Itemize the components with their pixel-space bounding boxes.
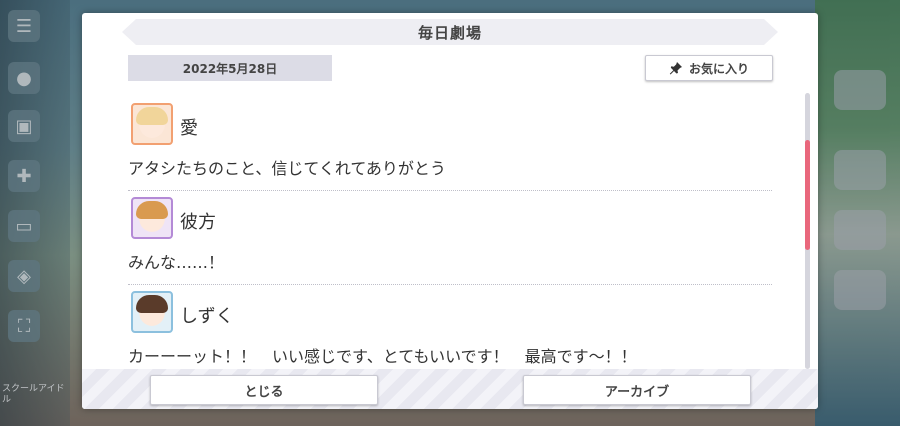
- archive-button[interactable]: アーカイブ: [523, 375, 751, 405]
- dialogue-line: アタシたちのこと、信じてくれてありがとう: [128, 159, 446, 178]
- avatar: [131, 197, 173, 239]
- favorite-label: お気に入り: [688, 61, 749, 76]
- conversation-list[interactable]: 愛 アタシたちのこと、信じてくれてありがとう 彼方 みんな……！ しずく カーー…: [128, 97, 772, 369]
- list-item: しずく カーーーット！！ いい感じです、とてもいいです！ 最高です～！！: [128, 285, 772, 369]
- pin-icon: [669, 62, 682, 75]
- list-item: 愛 アタシたちのこと、信じてくれてありがとう: [128, 97, 772, 191]
- close-button[interactable]: とじる: [150, 375, 378, 405]
- dialog-title-bar: 毎日劇場: [122, 19, 778, 45]
- scrollbar-thumb[interactable]: [805, 140, 810, 250]
- favorite-button[interactable]: お気に入り: [645, 55, 773, 81]
- speaker-name: 彼方: [180, 212, 216, 233]
- avatar: [131, 103, 173, 145]
- speaker-name: しずく: [180, 306, 234, 327]
- avatar: [131, 291, 173, 333]
- dialogue-line: カーーーット！！ いい感じです、とてもいいです！ 最高です～！！: [128, 347, 637, 366]
- scrollbar[interactable]: [805, 93, 810, 369]
- dialogue-line: みんな……！: [128, 253, 225, 272]
- dialog-title: 毎日劇場: [417, 23, 482, 42]
- daily-theater-dialog: 毎日劇場 2022年5月28日 お気に入り 愛 アタシたちのこと、信じてくれてあ…: [82, 13, 818, 409]
- speaker-name: 愛: [180, 118, 198, 139]
- list-item: 彼方 みんな……！: [128, 191, 772, 285]
- date-label: 2022年5月28日: [128, 55, 332, 81]
